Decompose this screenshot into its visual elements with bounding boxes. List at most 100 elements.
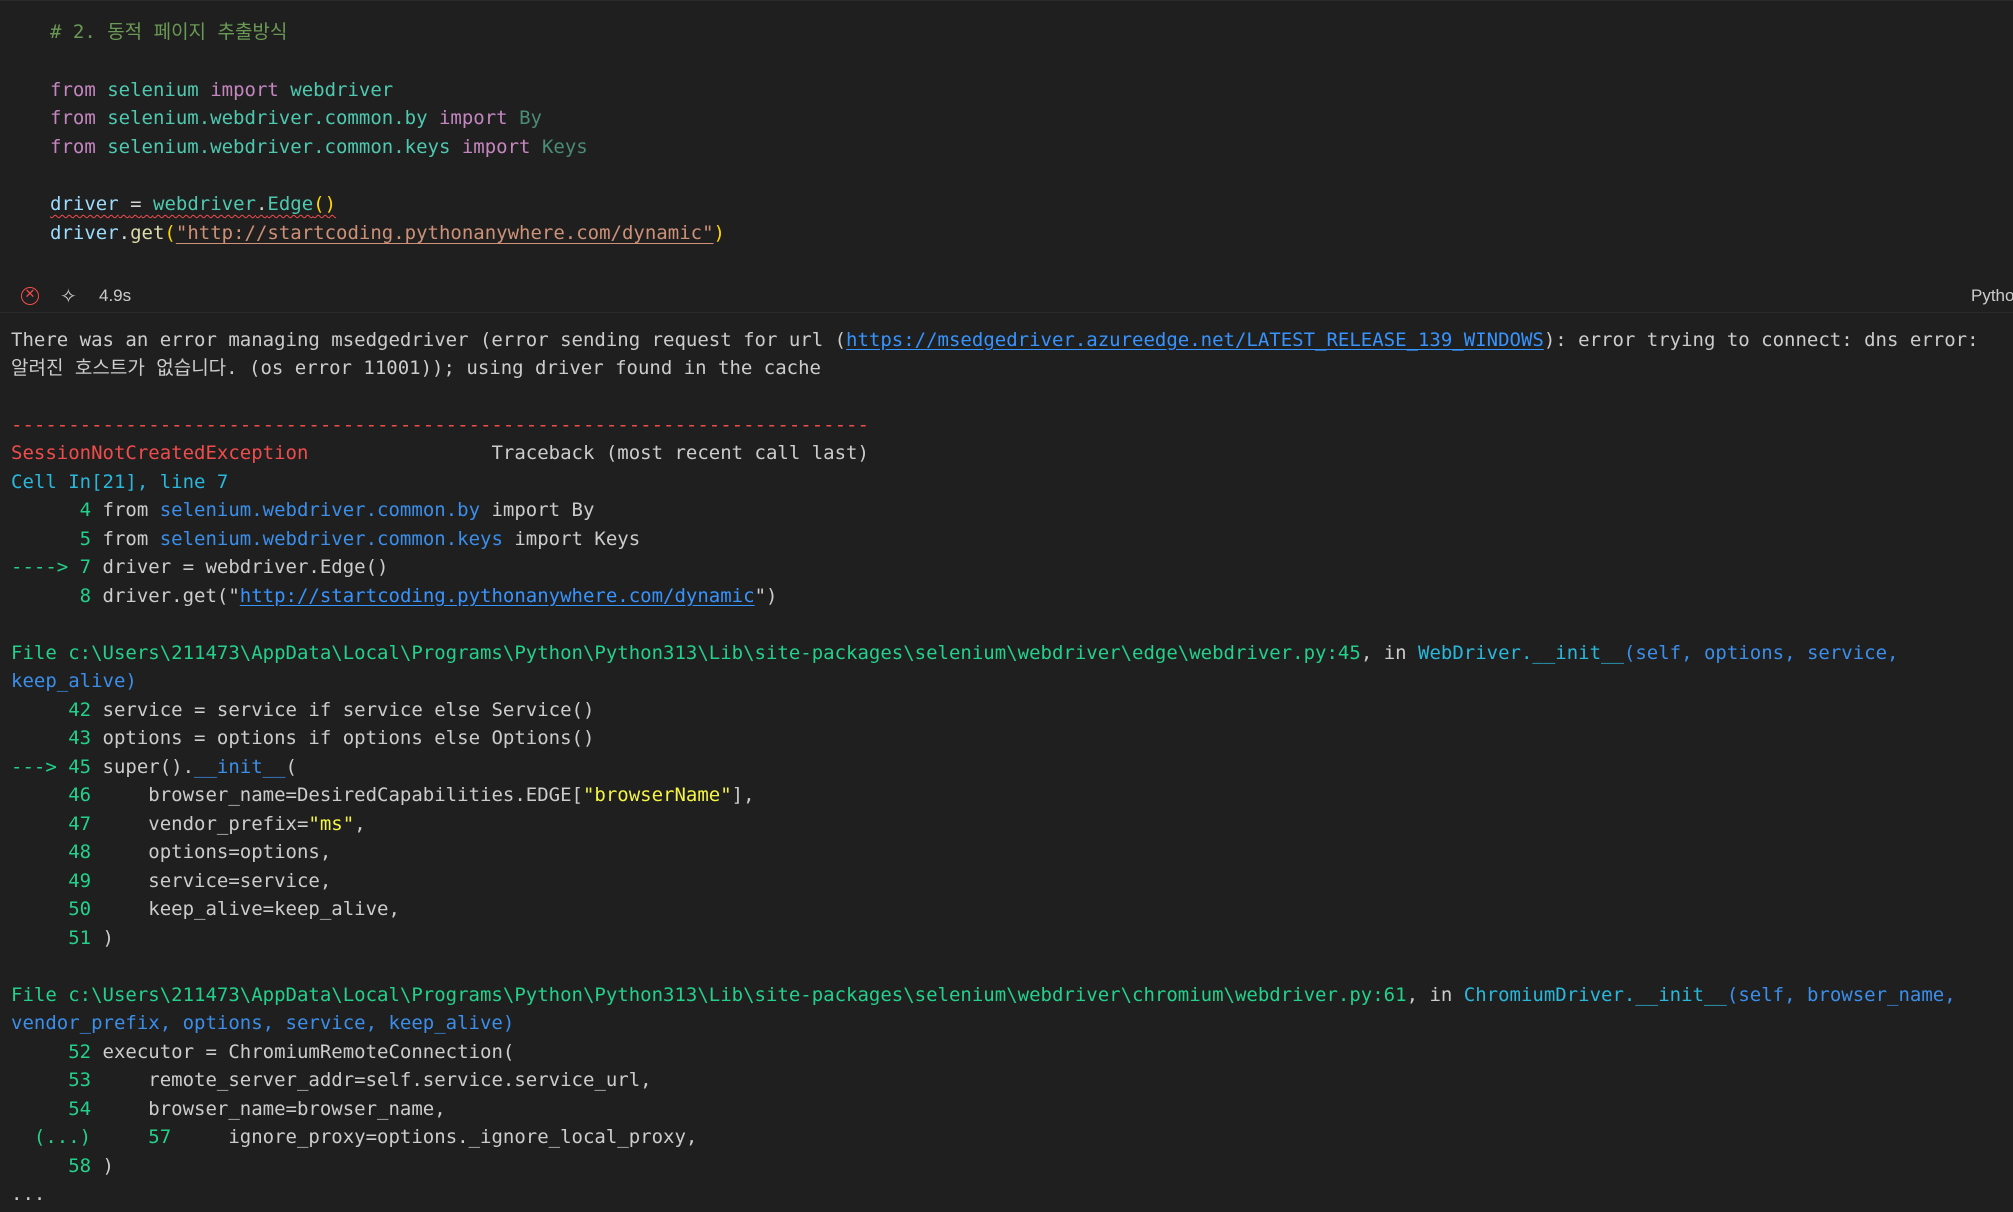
function-args: (self, options, service, [1623,642,1899,664]
token: from [50,79,96,101]
code: ) [102,927,114,949]
code: service = service if service else Servic… [102,699,595,721]
skipped-lines: (...) [11,1126,92,1148]
traceback-divider: ----------------------------------------… [11,414,869,436]
traceback-line: 58 ) [11,1152,114,1180]
token: selenium.webdriver.common.keys [107,136,451,158]
line-number: 50 [11,898,103,920]
code: __init__ [194,756,286,778]
truncated-output[interactable]: ... [11,1180,45,1208]
token: import [438,107,508,129]
token: = [130,193,142,215]
url-link[interactable]: http://startcoding.pythonanywhere.com/dy… [240,585,755,607]
code: executor = ChromiumRemoteConnection( [102,1041,515,1063]
string-literal: "ms" [308,813,355,835]
token: from [50,107,96,129]
line-number: 42 [11,699,103,721]
token: webdriver [290,79,394,101]
line-number: 58 [11,1155,103,1177]
code: remote_server_addr=self.service.service_… [102,1069,652,1091]
token: . [255,193,268,215]
url-string[interactable]: "http://startcoding.pythonanywhere.com/d… [176,222,714,244]
sparkle-icon[interactable]: ✧ [60,284,77,308]
traceback-line: 8 driver.get("http://startcoding.pythona… [11,582,778,610]
code: ( [285,756,297,778]
traceback-line: 43 options = options if options else Opt… [11,724,594,752]
traceback-line-current: ---> 45 super().__init__( [11,753,297,781]
code: , in [1360,642,1419,664]
traceback-line: 51 ) [11,924,114,952]
traceback-line: 50 keep_alive=keep_alive, [11,895,400,923]
warning-text: There was an error managing msedgedriver… [11,329,847,351]
token: selenium.webdriver.common.by [107,107,428,129]
cell-language[interactable]: Python [1971,286,2013,306]
cell-output: There was an error managing msedgedriver… [0,316,2013,1212]
line-number: 47 [11,813,103,835]
code: ) [102,1155,114,1177]
token: driver [50,222,119,244]
token: Edge [267,193,314,215]
line-number: 4 [11,499,103,521]
code: browser_name=DesiredCapabilities.EDGE[ [102,784,583,806]
code-line-2: from selenium.webdriver.common.by import… [50,104,542,133]
code: ], [731,784,755,806]
code: from [102,499,160,521]
file-path[interactable]: File c:\Users\211473\AppData\Local\Progr… [11,642,1361,664]
traceback-line: 4 from selenium.webdriver.common.by impo… [11,496,595,524]
traceback-line-current: ----> 7 driver = webdriver.Edge() [11,553,389,581]
code: keep_alive=keep_alive, [102,898,400,920]
code: , [354,813,366,835]
token: ) [713,222,725,244]
code: , in [1406,984,1464,1006]
frame-header: File c:\Users\211473\AppData\Local\Progr… [11,639,1898,667]
error-arrow: ----> 7 [11,556,103,578]
exception-name: SessionNotCreatedException [11,442,309,464]
traceback-line: 5 from selenium.webdriver.common.keys im… [11,525,641,553]
warning-url-link[interactable]: https://msedgedriver.azureedge.net/LATES… [846,329,1544,351]
traceback-header: SessionNotCreatedException Traceback (mo… [11,439,869,467]
string-literal: "browserName" [582,784,732,806]
token: import [210,79,279,101]
code-cell[interactable]: # 2. 동적 페이지 추출방식 from selenium import we… [0,0,2013,273]
traceback-line: 42 service = service if service else Ser… [11,696,594,724]
file-path[interactable]: File c:\Users\211473\AppData\Local\Progr… [11,984,1407,1006]
token: ( [164,222,176,244]
code: browser_name=browser_name, [102,1098,446,1120]
token: By [519,107,542,129]
token: webdriver [153,193,256,215]
traceback-title: Traceback (most recent call last) [491,442,869,464]
function-args: (self, browser_name, [1726,984,1956,1006]
token: from [50,136,96,158]
code: super(). [102,756,195,778]
code-comment: # 2. 동적 페이지 추출방식 [50,21,288,43]
frame-header: File c:\Users\211473\AppData\Local\Progr… [11,981,1956,1009]
circle-x-icon[interactable]: ✕ [21,287,39,305]
line-number: 46 [11,784,103,806]
code-line-1: from selenium import webdriver [50,76,393,105]
code-line-4: driver = webdriver.Edge() [50,190,336,219]
code: options = options if options else Option… [102,727,595,749]
code: options=options, [102,841,332,863]
function-name: ChromiumDriver.__init__ [1463,984,1727,1006]
traceback-line: 53 remote_server_addr=self.service.servi… [11,1066,652,1094]
code: driver = webdriver.Edge() [102,556,389,578]
token: get [130,222,165,244]
warning-text: ): error trying to connect: dns error: [1543,329,1979,351]
line-number: 57 [91,1126,183,1148]
module-name: selenium.webdriver.common.by [159,499,481,521]
code: ") [754,585,778,607]
code-line-5: driver.get("http://startcoding.pythonany… [50,219,725,248]
line-number: 8 [11,585,103,607]
line-number: 43 [11,727,103,749]
token: () [313,193,337,215]
token: driver [50,193,119,215]
line-number: 49 [11,870,103,892]
code: service=service, [102,870,332,892]
function-args: vendor_prefix, options, service, keep_al… [11,1012,515,1034]
module-name: selenium.webdriver.common.keys [159,528,503,550]
token: import [461,136,531,158]
line-number: 52 [11,1041,103,1063]
function-name: WebDriver.__init__ [1418,642,1624,664]
code: import Keys [502,528,641,550]
token: selenium [107,79,199,101]
